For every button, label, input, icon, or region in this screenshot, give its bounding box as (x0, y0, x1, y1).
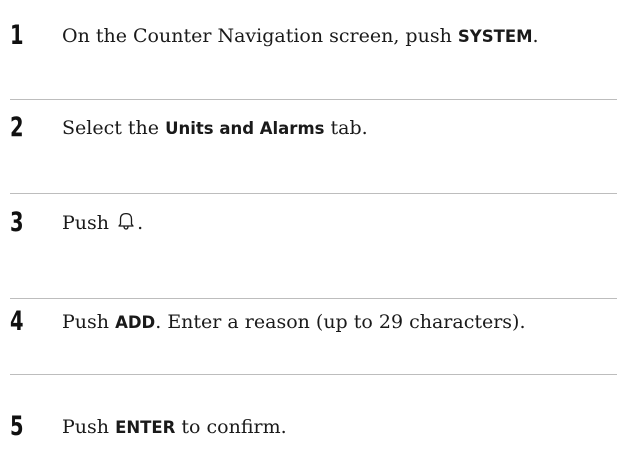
keyword: ENTER (115, 418, 176, 437)
step-5: 5 Push ENTER to confirm. (0, 408, 626, 448)
step-number: 4 (10, 306, 24, 337)
step-number: 1 (10, 20, 24, 51)
divider (10, 298, 617, 299)
step-number: 3 (10, 207, 24, 238)
step-number: 2 (10, 112, 24, 143)
step-4: 4 Push ADD. Enter a reason (up to 29 cha… (0, 303, 626, 343)
keyword: Units and Alarms (165, 119, 325, 138)
divider (10, 374, 617, 375)
keyword: SYSTEM (457, 27, 533, 46)
step-2: 2 Select the Units and Alarms tab. (0, 109, 626, 149)
keyword: ADD (115, 313, 156, 332)
step-number: 5 (10, 411, 24, 442)
divider (10, 193, 617, 194)
step-text: On the Counter Navigation screen, push S… (62, 25, 539, 47)
step-text: Push . (62, 212, 144, 234)
step-text: Select the Units and Alarms tab. (62, 117, 368, 139)
step-text: Push ENTER to confirm. (62, 416, 287, 438)
step-3: 3 Push . (0, 204, 626, 244)
step-text: Push ADD. Enter a reason (up to 29 chara… (62, 311, 526, 333)
step-1: 1 On the Counter Navigation screen, push… (0, 17, 626, 57)
bell-icon (118, 212, 134, 230)
divider (10, 99, 617, 100)
